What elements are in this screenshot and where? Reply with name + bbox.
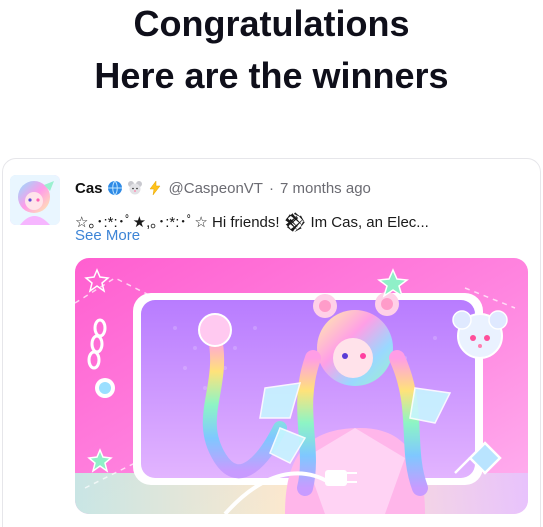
lightning-icon (147, 180, 163, 196)
avatar-illustration (10, 175, 60, 225)
headline-line-2: Here are the winners (94, 55, 449, 96)
profile-banner-image[interactable] (75, 258, 528, 514)
post-header: Cas @CaspeonVT · 7 months ago (75, 178, 371, 198)
author-name[interactable]: Cas (75, 180, 103, 197)
post-time: 7 months ago (279, 179, 371, 197)
headline-line-1: Congratulations (133, 3, 410, 44)
see-more-link[interactable]: See More (75, 227, 140, 244)
page: Congratulations Here are the winners Cas (0, 0, 543, 527)
globe-icon (107, 180, 123, 196)
meta-separator: · (268, 179, 274, 197)
avatar[interactable] (10, 175, 60, 225)
author-handle[interactable]: @CaspeonVT (169, 180, 263, 197)
banner-illustration (75, 258, 528, 514)
mouse-face-icon (127, 180, 143, 196)
